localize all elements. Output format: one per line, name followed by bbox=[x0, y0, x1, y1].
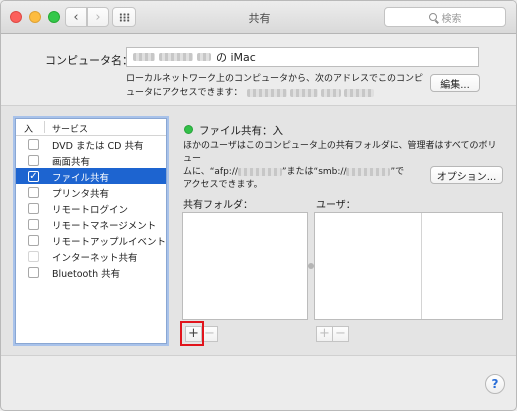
service-label: Bluetooth 共有 bbox=[52, 269, 121, 280]
column-header-on[interactable]: 入 bbox=[24, 122, 33, 135]
redacted-text bbox=[159, 53, 193, 61]
description-text: ムに、“afp:// bbox=[183, 167, 238, 177]
redacted-text bbox=[246, 88, 287, 97]
redacted-text bbox=[237, 167, 282, 176]
service-row[interactable]: プリンタ共有 bbox=[16, 184, 166, 200]
redacted-text bbox=[133, 53, 155, 61]
title-bar: ‹ › 共有 検索 bbox=[1, 1, 516, 34]
service-checkbox[interactable] bbox=[28, 235, 39, 246]
service-row[interactable]: リモートログイン bbox=[16, 200, 166, 216]
computer-name-field[interactable]: の iMac bbox=[126, 47, 479, 67]
redacted-text bbox=[289, 88, 318, 97]
status-indicator-icon bbox=[184, 125, 193, 134]
users-label: ユーザ： bbox=[316, 200, 356, 211]
description-text: ”または“smb:// bbox=[281, 167, 347, 177]
search-field[interactable]: 検索 bbox=[384, 7, 506, 27]
local-description-line: ュータにアクセスできます： bbox=[126, 86, 426, 100]
local-description-text: ュータにアクセスできます： bbox=[126, 88, 243, 98]
redacted-text bbox=[343, 88, 374, 97]
computer-name-label: コンピュータ名： bbox=[45, 54, 133, 67]
search-icon bbox=[428, 13, 437, 21]
redacted-text bbox=[346, 167, 391, 176]
service-row[interactable]: ✓ ファイル共有 bbox=[16, 168, 166, 184]
service-label: リモートアップルイベント bbox=[52, 237, 167, 248]
add-user-button[interactable]: + bbox=[316, 326, 333, 342]
service-row[interactable]: リモートマネージメント bbox=[16, 216, 166, 232]
local-address-description: ローカルネットワーク上のコンピュータから、次のアドレスでこのコンピ ュータにアク… bbox=[126, 72, 426, 100]
service-checkbox[interactable] bbox=[28, 267, 39, 278]
redacted-text bbox=[320, 88, 341, 97]
service-list-header: 入 サービス bbox=[16, 119, 166, 136]
service-row[interactable]: DVD または CD 共有 bbox=[16, 136, 166, 152]
file-sharing-status: ファイル共有：入 bbox=[199, 125, 283, 137]
service-checkbox bbox=[28, 251, 39, 262]
remove-user-button[interactable]: − bbox=[332, 326, 349, 342]
description-text: ”で bbox=[390, 167, 405, 177]
help-icon: ? bbox=[491, 377, 499, 391]
shared-folders-label: 共有フォルダ： bbox=[183, 200, 253, 211]
sharing-window: ‹ › 共有 検索 コンピュータ名： の iMac ローカルネットワーク上のコン… bbox=[0, 0, 517, 411]
add-button-highlight bbox=[180, 321, 204, 346]
service-checkbox[interactable] bbox=[28, 187, 39, 198]
service-list[interactable]: 入 サービス DVD または CD 共有 画面共有 ✓ ファイル共有 プリンタ共有リモー… bbox=[15, 118, 167, 344]
service-checkbox[interactable] bbox=[28, 203, 39, 214]
service-row[interactable]: Bluetooth 共有 bbox=[16, 264, 166, 280]
service-checkbox[interactable] bbox=[28, 139, 39, 150]
redacted-text bbox=[197, 53, 211, 61]
shared-folders-list[interactable] bbox=[182, 212, 308, 320]
search-placeholder: 検索 bbox=[441, 13, 462, 25]
service-label: インターネット共有 bbox=[52, 253, 138, 264]
local-description-line: ローカルネットワーク上のコンピュータから、次のアドレスでこのコンピ bbox=[126, 74, 424, 84]
description-line: ほかのユーザはこのコンピュータ上の共有フォルダに、管理者はすべてのボリュー bbox=[183, 141, 497, 164]
service-label: DVD または CD 共有 bbox=[52, 141, 144, 152]
help-button[interactable]: ? bbox=[485, 374, 505, 394]
users-column-divider bbox=[421, 213, 422, 319]
column-header-service[interactable]: サービス bbox=[52, 122, 88, 135]
service-label: 画面共有 bbox=[52, 157, 91, 168]
service-row[interactable]: リモートアップルイベント bbox=[16, 232, 166, 248]
options-button[interactable]: オプション... bbox=[430, 166, 503, 184]
service-checkbox[interactable] bbox=[28, 219, 39, 230]
service-label: プリンタ共有 bbox=[52, 189, 110, 200]
column-separator bbox=[44, 121, 45, 133]
users-list[interactable] bbox=[314, 212, 503, 320]
service-checkbox[interactable]: ✓ bbox=[28, 171, 39, 182]
service-row[interactable]: インターネット共有 bbox=[16, 248, 166, 264]
edit-button[interactable]: 編集... bbox=[430, 74, 480, 92]
service-row[interactable]: 画面共有 bbox=[16, 152, 166, 168]
service-checkbox[interactable] bbox=[28, 155, 39, 166]
service-label: リモートマネージメント bbox=[52, 221, 157, 232]
service-label: リモートログイン bbox=[52, 205, 129, 216]
computer-name-suffix: の iMac bbox=[216, 51, 256, 64]
service-label: ファイル共有 bbox=[52, 173, 110, 184]
